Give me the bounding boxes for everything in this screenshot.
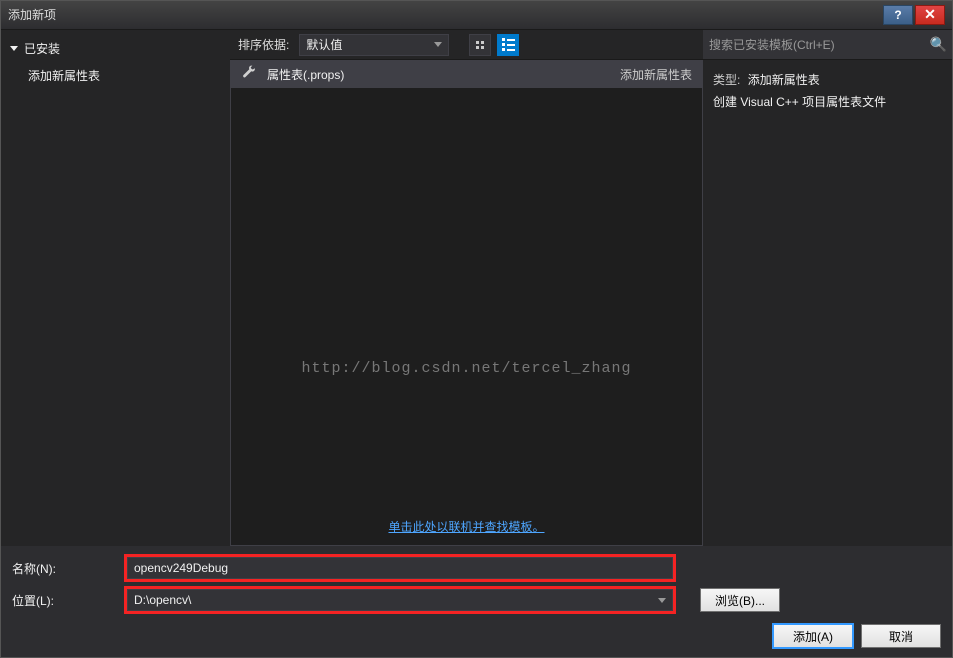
titlebar: 添加新项 ? ✕	[0, 0, 953, 30]
name-label: 名称(N):	[12, 560, 120, 577]
search-box[interactable]: 🔍	[703, 30, 953, 60]
template-item[interactable]: 属性表(.props) 添加新属性表	[231, 60, 702, 88]
toolbar: 排序依据: 默认值	[230, 30, 703, 60]
sidebar: 已安装 添加新属性表	[0, 30, 230, 546]
search-icon[interactable]: 🔍	[930, 36, 947, 53]
view-grid-button[interactable]	[469, 34, 491, 56]
online-templates-link-wrap: 单击此处以联机并查找模板。	[231, 518, 702, 535]
window-title: 添加新项	[8, 6, 881, 23]
close-button[interactable]: ✕	[915, 5, 945, 25]
grid-icon	[476, 41, 484, 49]
location-label: 位置(L):	[12, 592, 120, 609]
cancel-button[interactable]: 取消	[861, 624, 941, 648]
browse-button[interactable]: 浏览(B)...	[700, 588, 780, 612]
location-dropdown[interactable]: D:\opencv\	[127, 589, 673, 611]
search-input[interactable]	[709, 38, 930, 52]
sidebar-category-label: 已安装	[24, 40, 60, 57]
sort-value: 默认值	[306, 36, 342, 53]
bottom-form: 名称(N): 位置(L): D:\opencv\ 浏览(B)...	[0, 546, 953, 614]
template-info: 类型: 添加新属性表 创建 Visual C++ 项目属性表文件	[703, 60, 953, 123]
view-list-button[interactable]	[497, 34, 519, 56]
template-tag: 添加新属性表	[620, 66, 692, 83]
info-type-value: 添加新属性表	[748, 73, 820, 87]
help-button[interactable]: ?	[883, 5, 913, 25]
right-panel: 🔍 类型: 添加新属性表 创建 Visual C++ 项目属性表文件	[703, 30, 953, 546]
online-templates-link[interactable]: 单击此处以联机并查找模板。	[388, 520, 544, 534]
wrench-icon	[241, 65, 257, 84]
list-icon	[502, 38, 515, 51]
info-type-label: 类型:	[713, 73, 740, 87]
info-desc: 创建 Visual C++ 项目属性表文件	[713, 92, 943, 114]
watermark: http://blog.csdn.net/tercel_zhang	[231, 360, 702, 377]
collapse-icon	[10, 46, 18, 51]
template-list: 属性表(.props) 添加新属性表 http://blog.csdn.net/…	[230, 60, 703, 546]
chevron-down-icon	[658, 598, 666, 603]
chevron-down-icon	[434, 42, 442, 47]
sort-dropdown[interactable]: 默认值	[299, 34, 449, 56]
sidebar-item-new-property-sheet[interactable]: 添加新属性表	[0, 61, 230, 90]
sidebar-item-label: 添加新属性表	[28, 69, 100, 83]
name-highlight	[124, 554, 676, 582]
location-highlight: D:\opencv\	[124, 586, 676, 614]
sidebar-category-installed[interactable]: 已安装	[0, 36, 230, 61]
location-value: D:\opencv\	[134, 593, 191, 607]
dialog-actions: 添加(A) 取消	[773, 624, 941, 648]
template-name: 属性表(.props)	[267, 66, 610, 83]
sort-label: 排序依据:	[238, 36, 289, 53]
add-button[interactable]: 添加(A)	[773, 624, 853, 648]
name-input[interactable]	[127, 557, 673, 579]
